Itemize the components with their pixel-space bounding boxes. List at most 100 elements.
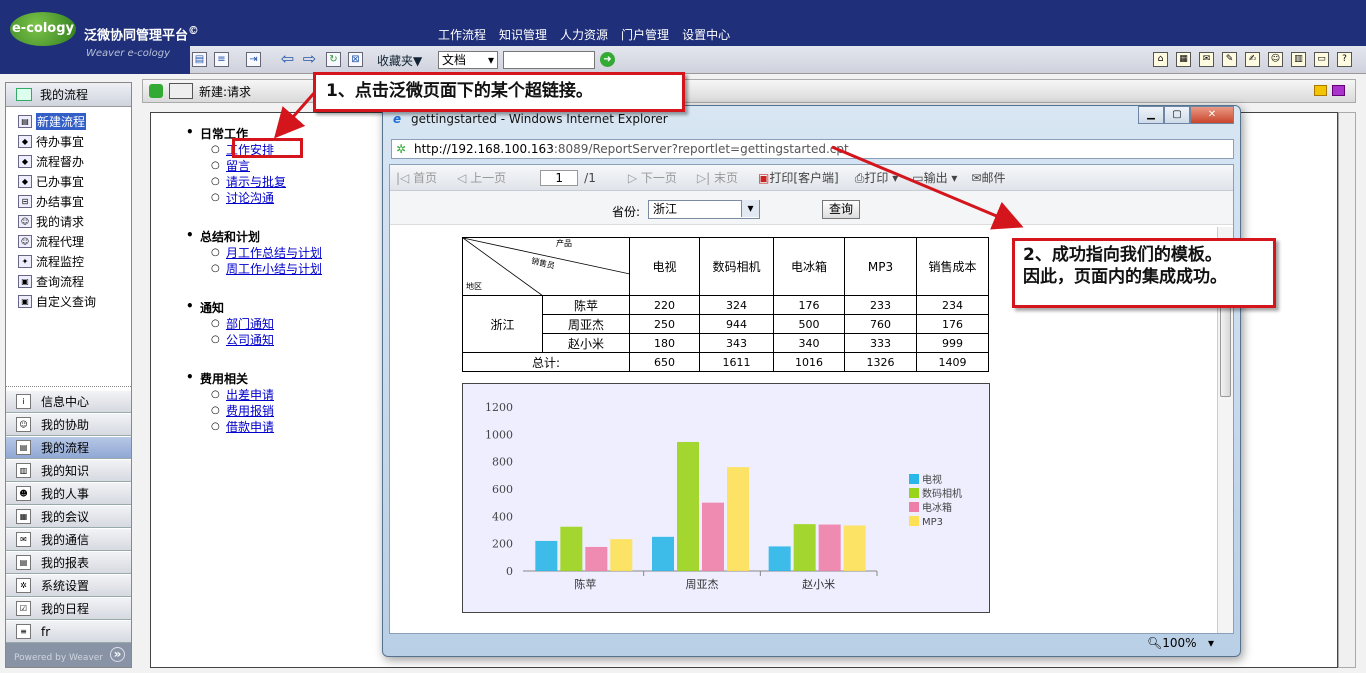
nav-knowledge[interactable]: 知识管理 bbox=[499, 26, 547, 43]
province-select[interactable]: 浙江 bbox=[648, 200, 760, 219]
bar-数码相机-陈苹 bbox=[560, 526, 583, 571]
table-cell: 234 bbox=[916, 295, 989, 315]
folder-icon[interactable] bbox=[1314, 85, 1327, 96]
layout-icon[interactable]: ▤ bbox=[192, 52, 207, 67]
bar-数码相机-周亚杰 bbox=[677, 441, 699, 571]
minimize-icon[interactable]: ▁ bbox=[1138, 106, 1164, 124]
module-system-settings[interactable]: ✲ 系统设置 bbox=[6, 574, 131, 597]
content-scrollbar[interactable] bbox=[1338, 112, 1356, 668]
workflow-tree: ▤ 新建流程 ◆ 待办事宜 ◆ 流程督办 ◆ 已办事宜 ⊟ 办结事宜 ☺ 我的请求 ☺ 流程代… bbox=[6, 107, 131, 311]
region-cell: 浙江 bbox=[462, 295, 543, 353]
nav-hr[interactable]: 人力资源 bbox=[560, 26, 608, 43]
module-assist[interactable]: ☺ 我的协助 bbox=[6, 413, 131, 436]
main-toolbar: Weaver e-cology ▤ ≡ ⇥ ⇦ ⇨ ↻ ⊠ 收藏夹▼ 文档 ➜ … bbox=[0, 46, 1366, 74]
note-icon[interactable]: ▭ bbox=[1314, 52, 1329, 67]
table-cell: 760 bbox=[844, 314, 917, 334]
workflow-icon bbox=[16, 88, 32, 101]
link-discussion[interactable]: 讨论沟通 bbox=[226, 191, 274, 205]
edit-icon[interactable]: ✎ bbox=[1222, 52, 1237, 67]
brand-sub-area: Weaver e-cology bbox=[0, 46, 190, 74]
book-icon: ▥ bbox=[16, 463, 31, 478]
tree-item-custom-query[interactable]: ▣ 自定义查询 bbox=[18, 291, 131, 311]
stop-icon[interactable]: ⊠ bbox=[348, 52, 363, 67]
print-client-button[interactable]: ▣打印[客户端] bbox=[758, 169, 839, 186]
table-cell: 999 bbox=[916, 333, 989, 353]
tree-item-done[interactable]: ◆ 已办事宜 bbox=[18, 171, 131, 191]
module-hr[interactable]: ☻ 我的人事 bbox=[6, 482, 131, 505]
link-request-approval[interactable]: 请示与批复 bbox=[226, 175, 286, 189]
module-info-center[interactable]: i 信息中心 bbox=[6, 390, 131, 413]
tree-item-todo[interactable]: ◆ 待办事宜 bbox=[18, 131, 131, 151]
tree-item-monitor[interactable]: ✦ 流程监控 bbox=[18, 251, 131, 271]
link-dept-notice[interactable]: 部门通知 bbox=[226, 317, 274, 331]
link-travel-request[interactable]: 出差申请 bbox=[226, 388, 274, 402]
mail-button[interactable]: ✉邮件 bbox=[971, 169, 1005, 186]
gear-icon bbox=[149, 84, 163, 98]
tree-item-my-request[interactable]: ☺ 我的请求 bbox=[18, 211, 131, 231]
forward-arrow-icon[interactable]: ⇨ bbox=[302, 51, 317, 67]
doc-type-select[interactable]: 文档 bbox=[438, 51, 498, 69]
link-loan-request[interactable]: 借款申请 bbox=[226, 420, 274, 434]
module-meeting[interactable]: ▦ 我的会议 bbox=[6, 505, 131, 528]
maximize-icon[interactable]: ▢ bbox=[1164, 106, 1190, 124]
exit-icon[interactable]: ⇥ bbox=[246, 52, 261, 67]
mail-icon[interactable]: ✉ bbox=[1199, 52, 1214, 67]
compose-icon[interactable]: ✍ bbox=[1245, 52, 1260, 67]
address-bar[interactable]: http://192.168.100.163:8089/ReportServer… bbox=[391, 139, 1234, 159]
nav-workflow[interactable]: 工作流程 bbox=[438, 26, 486, 43]
step2-line2: 因此，页面内的集成成功。 bbox=[1023, 267, 1227, 287]
columns-icon[interactable]: ▥ bbox=[1291, 52, 1306, 67]
list-item: 留言 bbox=[211, 158, 286, 174]
agent-icon: ☺ bbox=[18, 234, 32, 248]
home-icon[interactable]: ⌂ bbox=[1153, 52, 1168, 67]
tree-item-supervise[interactable]: ◆ 流程督办 bbox=[18, 151, 131, 171]
refresh-icon[interactable]: ↻ bbox=[326, 52, 341, 67]
nav-portal[interactable]: 门户管理 bbox=[621, 26, 669, 43]
tree-item-new-workflow[interactable]: ▤ 新建流程 bbox=[18, 111, 131, 131]
link-company-notice[interactable]: 公司通知 bbox=[226, 333, 274, 347]
last-page-button[interactable]: ▷| 末页 bbox=[697, 169, 738, 186]
module-knowledge[interactable]: ▥ 我的知识 bbox=[6, 459, 131, 482]
module-fr[interactable]: ≡ fr bbox=[6, 620, 131, 643]
print-button[interactable]: ⎙打印 ▾ bbox=[855, 169, 898, 186]
next-page-button[interactable]: ▷ 下一页 bbox=[628, 169, 677, 186]
legend-swatch bbox=[909, 488, 919, 498]
x-tick-label: 周亚杰 bbox=[686, 578, 719, 591]
zoom-control[interactable]: 🔍︎100% ▾ bbox=[1147, 636, 1214, 650]
legend-swatch bbox=[909, 516, 919, 526]
close-icon[interactable]: ✕ bbox=[1190, 106, 1234, 124]
favorites-menu[interactable]: 收藏夹▼ bbox=[377, 52, 422, 69]
export-button[interactable]: ▭输出 ▾ bbox=[912, 169, 957, 186]
link-monthly-summary[interactable]: 月工作总结与计划 bbox=[226, 246, 322, 260]
module-communication[interactable]: ✉ 我的通信 bbox=[6, 528, 131, 551]
list-icon[interactable]: ≡ bbox=[214, 52, 229, 67]
prev-page-button[interactable]: ◁ 上一页 bbox=[457, 169, 506, 186]
calendar-icon[interactable]: ▦ bbox=[1176, 52, 1191, 67]
module-schedule[interactable]: ☑ 我的日程 bbox=[6, 597, 131, 620]
bar-电冰箱-赵小米 bbox=[818, 524, 841, 571]
list-item: 请示与批复 bbox=[211, 174, 286, 190]
link-weekly-summary[interactable]: 周工作小结与计划 bbox=[226, 262, 322, 276]
info-icon: i bbox=[16, 394, 31, 409]
go-icon[interactable]: ➜ bbox=[600, 52, 615, 67]
list-item: 月工作总结与计划 bbox=[211, 245, 322, 261]
help-icon[interactable]: ? bbox=[1337, 52, 1352, 67]
collapse-icon[interactable]: » bbox=[110, 647, 125, 662]
users-icon[interactable]: ☺ bbox=[1268, 52, 1283, 67]
search-input[interactable] bbox=[503, 51, 595, 69]
first-page-button[interactable]: |◁ 首页 bbox=[396, 169, 437, 186]
tree-item-query[interactable]: ▣ 查询流程 bbox=[18, 271, 131, 291]
link-expense-reimburse[interactable]: 费用报销 bbox=[226, 404, 274, 418]
nav-settings[interactable]: 设置中心 bbox=[682, 26, 730, 43]
legend-label: MP3 bbox=[922, 517, 943, 528]
module-reports[interactable]: ▤ 我的报表 bbox=[6, 551, 131, 574]
back-arrow-icon[interactable]: ⇦ bbox=[280, 51, 295, 67]
link-message[interactable]: 留言 bbox=[226, 159, 250, 173]
tree-item-finished[interactable]: ⊟ 办结事宜 bbox=[18, 191, 131, 211]
page-number-input[interactable]: 1 bbox=[540, 169, 579, 186]
module-workflow[interactable]: ▤ 我的流程 bbox=[6, 436, 131, 459]
tree-item-agent[interactable]: ☺ 流程代理 bbox=[18, 231, 131, 251]
query-button[interactable]: 查询 bbox=[822, 200, 860, 219]
list-item: 部门通知 bbox=[211, 316, 274, 332]
book-icon[interactable] bbox=[1332, 85, 1345, 96]
